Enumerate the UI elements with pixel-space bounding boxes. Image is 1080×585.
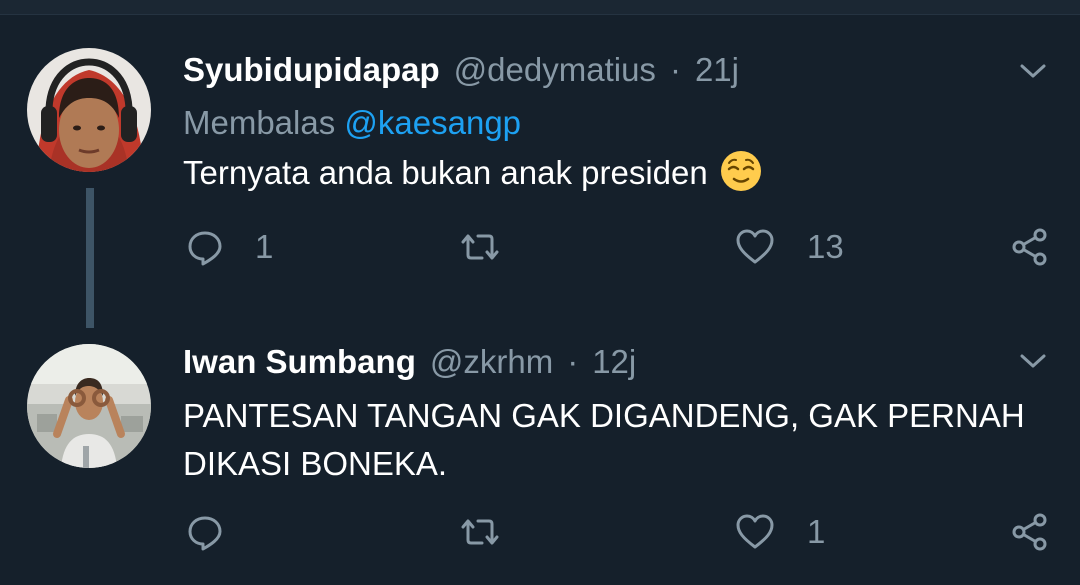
- user-handle[interactable]: @dedymatius: [454, 51, 656, 89]
- tweet-text-line-1: PANTESAN TANGAN GAK DIGANDENG, GAK PERNA…: [183, 397, 1025, 434]
- relieved-face-emoji: [720, 151, 761, 192]
- tweet-text-line-2: DIKASI BONEKA.: [183, 445, 448, 482]
- like-count: 1: [807, 513, 826, 550]
- tweet-header: Syubidupidapap @dedymatius · 21j: [183, 48, 739, 92]
- share-button[interactable]: [1010, 222, 1050, 272]
- tweet-text: PANTESAN TANGAN GAK DIGANDENG, GAK PERNA…: [183, 392, 1025, 488]
- tweet-text: Ternyata anda bukan anak presiden: [183, 150, 762, 196]
- tweet-text-content: Ternyata anda bukan anak presiden: [183, 154, 708, 191]
- retweet-button[interactable]: [460, 507, 532, 557]
- like-button[interactable]: 13: [735, 222, 844, 272]
- mention-link[interactable]: @kaesangp: [344, 104, 521, 141]
- reply-prefix: Membalas: [183, 104, 336, 141]
- like-icon: [736, 514, 774, 549]
- separator-dot: ·: [567, 343, 579, 380]
- tweet-1[interactable]: Syubidupidapap @dedymatius · 21j Membala…: [0, 0, 1080, 328]
- chevron-down-icon[interactable]: [1016, 344, 1050, 378]
- share-button[interactable]: [1010, 507, 1050, 557]
- share-icon: [1012, 228, 1047, 266]
- retweet-button[interactable]: [460, 222, 532, 272]
- reply-button[interactable]: [185, 507, 257, 557]
- tweet-2[interactable]: Iwan Sumbang @zkrhm · 12j PANTESAN TANGA…: [0, 320, 1080, 585]
- reply-button[interactable]: 1: [185, 222, 273, 272]
- timestamp[interactable]: 21j: [695, 51, 739, 89]
- timestamp[interactable]: 12j: [592, 343, 636, 381]
- retweet-icon: [461, 519, 499, 545]
- reply-icon: [188, 516, 222, 551]
- tweet-header: Iwan Sumbang @zkrhm · 12j: [183, 340, 636, 384]
- user-name[interactable]: Syubidupidapap: [183, 51, 440, 89]
- user-name[interactable]: Iwan Sumbang: [183, 343, 416, 381]
- avatar[interactable]: [27, 48, 151, 172]
- user-handle[interactable]: @zkrhm: [430, 343, 553, 381]
- replying-to: Membalas @kaesangp: [183, 104, 521, 142]
- separator-dot: ·: [669, 51, 681, 88]
- reply-icon: [188, 231, 222, 266]
- share-icon: [1012, 513, 1047, 551]
- retweet-icon: [461, 234, 499, 260]
- avatar[interactable]: [27, 344, 151, 468]
- like-icon: [736, 229, 774, 264]
- like-count: 13: [807, 228, 844, 265]
- chevron-down-icon[interactable]: [1016, 54, 1050, 88]
- reply-count: 1: [255, 228, 274, 265]
- tweet-actions: 1: [0, 507, 1080, 557]
- like-button[interactable]: 1: [735, 507, 825, 557]
- tweet-actions: 1 13: [0, 222, 1080, 272]
